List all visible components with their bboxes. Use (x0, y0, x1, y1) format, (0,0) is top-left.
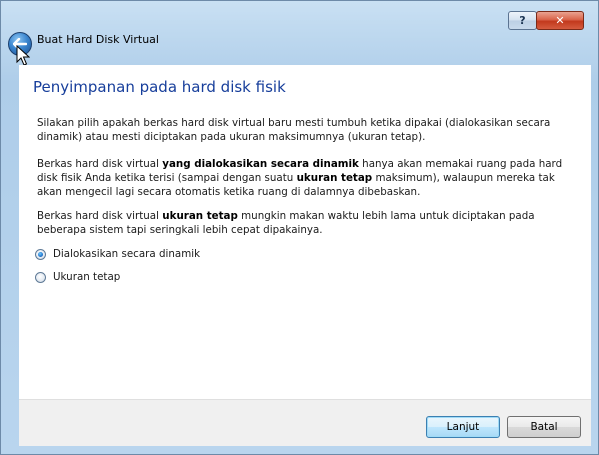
radio-button-dynamic[interactable] (35, 248, 46, 260)
description-paragraph-2: Berkas hard disk virtual yang dialokasik… (37, 158, 563, 198)
radio-fixed[interactable]: Ukuran tetap (35, 270, 120, 284)
wizard-page: Penyimpanan pada hard disk fisik Silakan… (19, 65, 591, 399)
description-paragraph-3: Berkas hard disk virtual ukuran tetap mu… (37, 210, 535, 236)
description-paragraph-1: Silakan pilih apakah berkas hard disk vi… (37, 117, 551, 143)
page-heading: Penyimpanan pada hard disk fisik (33, 78, 286, 96)
radio-label-fixed: Ukuran tetap (53, 271, 121, 283)
close-button[interactable]: ✕ (536, 11, 584, 30)
button-bar: Lanjut Batal (19, 399, 591, 446)
cancel-button[interactable]: Batal (507, 416, 581, 438)
radio-dynamic[interactable]: Dialokasikan secara dinamik (35, 247, 200, 261)
help-icon: ? (519, 14, 526, 27)
radio-label-dynamic: Dialokasikan secara dinamik (53, 248, 201, 260)
dialog-window: ? ✕ Buat Hard Disk Virtual Penyimpanan p… (0, 0, 599, 455)
mouse-cursor-icon (16, 45, 30, 66)
radio-button-fixed[interactable] (35, 271, 46, 283)
radio-selected-dot (38, 251, 43, 257)
help-button[interactable]: ? (508, 11, 537, 30)
close-icon: ✕ (555, 14, 565, 27)
next-button[interactable]: Lanjut (426, 416, 500, 438)
wizard-title: Buat Hard Disk Virtual (37, 33, 159, 46)
